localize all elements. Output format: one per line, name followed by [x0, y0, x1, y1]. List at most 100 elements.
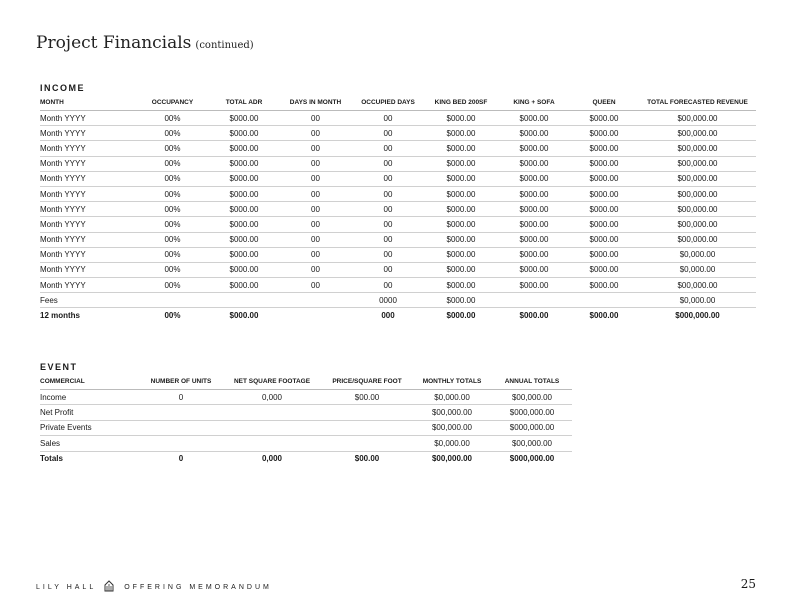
event-total-cell: 0,000 — [261, 454, 283, 464]
event-row: Income 0 0,000 $00.00 $0,000.00 $00,000.00 — [40, 389, 572, 406]
income-cell: 00 — [278, 201, 353, 218]
income-cell: $000.00 — [499, 125, 569, 142]
event-header-row: COMMERCIAL NUMBER OF UNITS NET SQUARE FOOT… — [40, 378, 572, 390]
income-cell — [499, 292, 569, 309]
event-row: Private Events $00,000.00 $000,000.00 — [40, 420, 572, 437]
income-cell — [135, 292, 210, 309]
event-cell: 0,000 — [222, 389, 322, 406]
income-table: MONTH OCCUPANCY TOTAL ADR DAYS IN MONTH OCCU… — [40, 99, 756, 323]
income-cell: $000.00 — [569, 232, 639, 248]
income-cell: 00 — [353, 262, 423, 279]
income-cell: $000.00 — [210, 186, 278, 203]
income-cell: $000.00 — [569, 216, 639, 233]
income-cell: $000.00 — [423, 247, 499, 263]
income-cell: Month YYYY — [40, 216, 135, 233]
income-row: Month YYYY 00% $000.00 00 00 $000.00 $000.00 $0… — [40, 171, 756, 187]
event-cell — [222, 420, 322, 437]
income-cell: $00,000.00 — [639, 216, 756, 233]
income-cell: 00 — [353, 216, 423, 233]
income-cell: 00% — [135, 262, 210, 279]
income-cell: $000.00 — [499, 247, 569, 263]
event-total-row: Totals 0 0,000 $00.00 $00,000.00 $000,000.00 — [40, 451, 572, 466]
event-total-cell: 0 — [178, 454, 184, 464]
income-cell: 00% — [135, 277, 210, 294]
income-cell: Fees — [40, 292, 135, 309]
event-cell — [322, 435, 412, 452]
income-row: Month YYYY 00% $000.00 00 00 $000.00 $000.00 $0… — [40, 277, 756, 294]
event-cell — [140, 404, 222, 421]
income-cell: $000.00 — [499, 216, 569, 233]
page-title-text: Project Financials — [36, 33, 192, 53]
income-cell: Month YYYY — [40, 201, 135, 218]
income-cell: Month YYYY — [40, 247, 135, 263]
income-cell: $0,000.00 — [639, 292, 756, 309]
income-total-row: 12 months 00% $000.00 000 $000.00 $000.00 $000… — [40, 308, 756, 323]
income-column-header: QUEEN — [569, 99, 639, 111]
event-cell: $00,000.00 — [412, 404, 492, 421]
income-cell: $0,000.00 — [639, 262, 756, 279]
income-cell: $000.00 — [210, 201, 278, 218]
income-cell: 00 — [278, 186, 353, 203]
income-column-header: MONTH — [40, 99, 135, 111]
income-cell: $000.00 — [499, 262, 569, 279]
event-cell: $000,000.00 — [492, 420, 572, 437]
income-cell: 00 — [353, 140, 423, 157]
income-total-cell: 00% — [164, 311, 181, 321]
income-cell: $000.00 — [423, 171, 499, 187]
income-cell: Month YYYY — [40, 125, 135, 142]
income-cell: 0000 — [353, 292, 423, 309]
income-cell: $000.00 — [569, 201, 639, 218]
income-cell: 00 — [278, 110, 353, 127]
income-cell: 00 — [353, 277, 423, 294]
income-cell: $000.00 — [210, 156, 278, 172]
income-cell: Month YYYY — [40, 156, 135, 172]
event-total-cell: Totals — [40, 454, 63, 464]
income-cell: 00 — [278, 232, 353, 248]
income-cell: $000.00 — [210, 171, 278, 187]
income-row: Month YYYY 00% $000.00 00 00 $000.00 $000.00 $0… — [40, 201, 756, 218]
income-total-cell: $000,000.00 — [675, 311, 720, 321]
income-column-header: DAYS IN MONTH — [278, 99, 353, 111]
income-cell: Month YYYY — [40, 171, 135, 187]
income-cell: Month YYYY — [40, 262, 135, 279]
income-cell: $000.00 — [499, 232, 569, 248]
income-cell — [569, 292, 639, 309]
income-cell: 00% — [135, 232, 210, 248]
income-cell: 00% — [135, 186, 210, 203]
income-cell: 00% — [135, 201, 210, 218]
income-cell: 00 — [278, 277, 353, 294]
income-total-cell — [278, 308, 353, 323]
event-cell: $0,000.00 — [412, 389, 492, 406]
income-cell: $000.00 — [423, 125, 499, 142]
event-column-header: COMMERCIAL — [40, 378, 140, 390]
income-header-row: MONTH OCCUPANCY TOTAL ADR DAYS IN MONTH OCCU… — [40, 99, 756, 111]
event-cell: $00,000.00 — [492, 435, 572, 452]
income-row: Month YYYY 00% $000.00 00 00 $000.00 $000.00 $0… — [40, 125, 756, 142]
income-cell — [210, 292, 278, 309]
event-total-cell: $00,000.00 — [431, 454, 473, 464]
income-cell: $000.00 — [499, 277, 569, 294]
footer-doc-title: OFFERING MEMORANDUM — [124, 583, 272, 591]
income-cell: $000.00 — [423, 262, 499, 279]
income-cell: $000.00 — [569, 277, 639, 294]
income-cell: 00 — [278, 247, 353, 263]
event-column-header: PRICE/SQUARE FOOT — [322, 378, 412, 390]
event-column-header: ANNUAL TOTALS — [492, 378, 572, 390]
income-cell: $00,000.00 — [639, 125, 756, 142]
income-cell: $000.00 — [569, 110, 639, 127]
income-cell: $000.00 — [569, 171, 639, 187]
income-cell: $000.00 — [499, 171, 569, 187]
income-cell: $000.00 — [569, 262, 639, 279]
income-cell: 00 — [353, 247, 423, 263]
event-row: Sales $0,000.00 $00,000.00 — [40, 435, 572, 452]
income-cell: $00,000.00 — [639, 277, 756, 294]
income-total-cell: 000 — [381, 311, 395, 321]
income-cell: $000.00 — [569, 125, 639, 142]
income-column-header: KING BED 200SF — [423, 99, 499, 111]
income-cell: $000.00 — [499, 140, 569, 157]
income-row: Month YYYY 00% $000.00 00 00 $000.00 $000.00 $0… — [40, 247, 756, 263]
income-cell: 00% — [135, 171, 210, 187]
income-column-header: OCCUPIED DAYS — [353, 99, 423, 111]
income-column-header: OCCUPANCY — [135, 99, 210, 111]
income-cell: Month YYYY — [40, 232, 135, 248]
